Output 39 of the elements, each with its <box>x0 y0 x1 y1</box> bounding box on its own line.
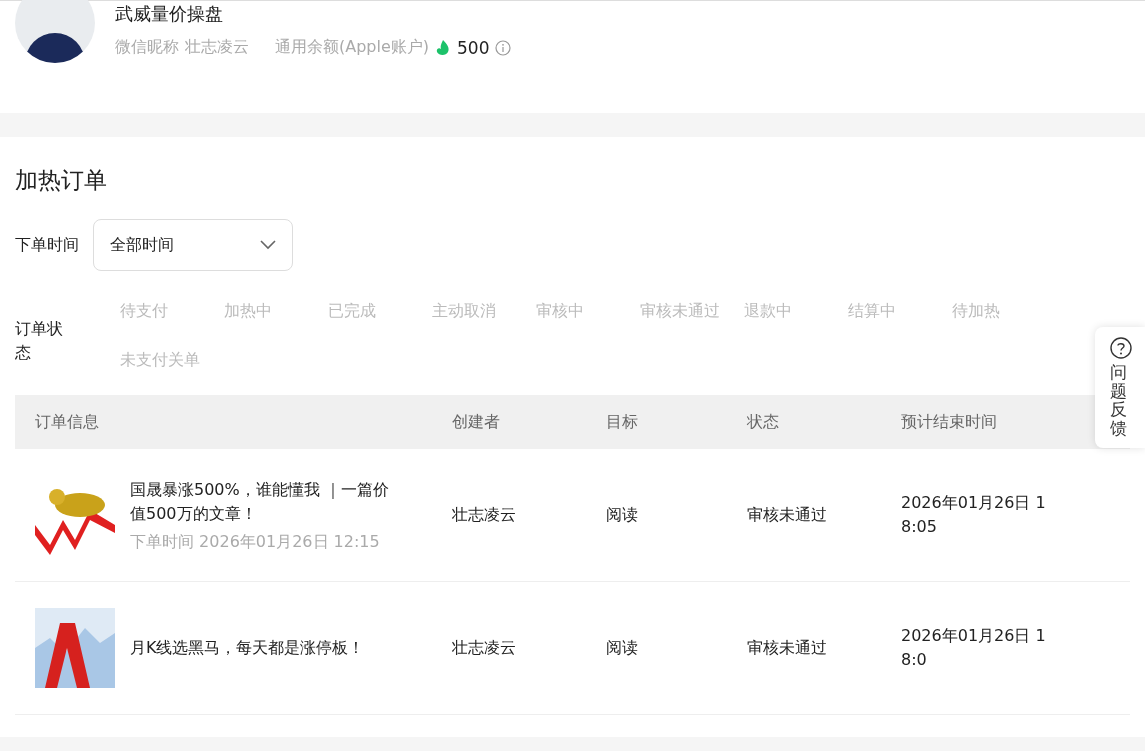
column-header: 预计结束时间 <box>900 411 998 433</box>
target-cell-text: 阅读 <box>605 504 639 526</box>
status-filter-option[interactable]: 结算中 <box>848 291 952 332</box>
leaf-icon <box>435 38 452 57</box>
chevron-down-icon <box>260 240 276 250</box>
order-title[interactable]: 月K线选黑马，每天都是涨停板！ <box>130 636 402 660</box>
account-name: 武威量价操盘 <box>115 3 224 25</box>
column-header: 目标 <box>605 411 639 433</box>
column-header: 创建者 <box>451 411 501 433</box>
status-cell-text: 审核未通过 <box>746 637 828 659</box>
nickname: 壮志凌云 <box>185 37 249 58</box>
help-icon <box>1110 337 1132 359</box>
status-filter-option[interactable]: 退款中 <box>744 291 848 332</box>
nickname-label: 微信昵称 <box>115 37 179 58</box>
target-cell-text: 阅读 <box>605 637 639 659</box>
end-time-cell-text: 2026年01月26日 18:05 <box>900 492 1047 538</box>
end-time-cell-text: 2026年01月26日 18:0 <box>900 625 1047 671</box>
status-filter-option[interactable]: 主动取消 <box>432 291 536 332</box>
status-filter-option[interactable]: 未支付关单 <box>120 340 224 381</box>
creator-cell-text: 壮志凌云 <box>451 504 517 526</box>
balance-label: 通用余额(Apple账户) <box>275 37 430 58</box>
status-filter-option[interactable]: 审核中 <box>536 291 640 332</box>
section-title: 加热订单 <box>15 166 108 195</box>
column-header: 订单信息 <box>34 411 100 433</box>
status-filter-label: 订单状态 <box>15 318 64 364</box>
creator-cell-text: 壮志凌云 <box>451 637 517 659</box>
status-filter-option[interactable]: 审核未通过 <box>640 291 744 332</box>
status-cell-text: 审核未通过 <box>746 504 828 526</box>
status-filter-option[interactable]: 待支付 <box>120 291 224 332</box>
column-header: 状态 <box>746 411 780 433</box>
order-title[interactable]: 国晟暴涨500%，谁能懂我 ｜一篇价值500万的文章！ <box>130 477 402 526</box>
status-filter-option[interactable]: 已完成 <box>328 291 432 332</box>
status-filter-option[interactable]: 加热中 <box>224 291 328 332</box>
time-dropdown[interactable]: 全部时间 <box>93 219 293 271</box>
order-time: 下单时间 2026年01月26日 12:15 <box>130 531 381 553</box>
time-filter-label: 下单时间 <box>15 234 79 256</box>
balance-amount: 500 <box>457 37 490 58</box>
status-filter-option[interactable]: 待加热 <box>952 291 1056 332</box>
info-icon[interactable] <box>495 39 512 56</box>
